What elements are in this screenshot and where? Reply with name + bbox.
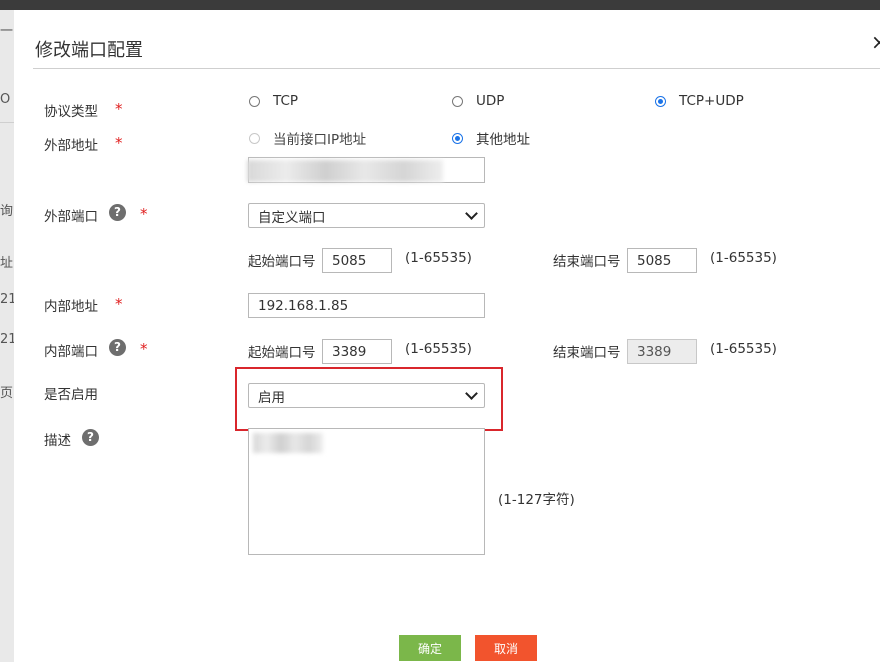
external-address-input[interactable] xyxy=(247,157,485,183)
internal-start-port-label: 起始端口号 xyxy=(248,345,316,361)
internal-end-port-range: (1-65535) xyxy=(710,341,777,357)
internal-start-port-value: 3389 xyxy=(332,343,367,360)
chevron-down-icon xyxy=(465,387,478,400)
radio-tcp-udp-label: TCP+UDP xyxy=(679,93,744,109)
edit-port-dialog: 修改端口配置 × 协议类型 * TCP UDP TCP+UDP 外部地址 * 当… xyxy=(14,10,880,662)
background-page: 一 O 询 址 21 21 页 xyxy=(0,10,14,662)
internal-port-label: 内部端口 xyxy=(44,344,98,360)
confirm-button[interactable]: 确定 xyxy=(399,635,461,661)
radio-tcp[interactable]: TCP xyxy=(249,93,298,109)
external-end-port-range: (1-65535) xyxy=(710,250,777,266)
radio-circle-selected[interactable] xyxy=(452,132,463,144)
external-end-port-input[interactable]: 5085 xyxy=(627,248,697,273)
redacted-description xyxy=(253,433,323,453)
external-end-port-label: 结束端口号 xyxy=(553,254,621,270)
external-end-port-value: 5085 xyxy=(637,252,672,269)
radio-other-address-label: 其他地址 xyxy=(476,132,530,148)
background-top-bar xyxy=(0,0,880,10)
background-fragment: 询 xyxy=(0,204,14,219)
help-icon[interactable]: ? xyxy=(82,429,99,446)
internal-address-label: 内部地址 xyxy=(44,299,98,315)
background-fragment: 址 xyxy=(0,256,14,271)
external-port-label: 外部端口 xyxy=(44,209,98,225)
radio-tcp-udp[interactable]: TCP+UDP xyxy=(655,93,744,109)
external-address-label: 外部地址 xyxy=(44,138,98,154)
radio-other-address[interactable]: 其他地址 xyxy=(452,128,530,148)
enabled-label: 是否启用 xyxy=(44,387,98,403)
external-port-mode-value: 自定义端口 xyxy=(258,209,326,226)
internal-end-port-label: 结束端口号 xyxy=(553,345,621,361)
cancel-button[interactable]: 取消 xyxy=(475,635,537,661)
enabled-select[interactable]: 启用 xyxy=(248,383,485,408)
external-start-port-range: (1-65535) xyxy=(405,250,472,266)
external-start-port-input[interactable]: 5085 xyxy=(322,248,392,273)
description-hint: (1-127字符) xyxy=(498,492,575,508)
radio-udp[interactable]: UDP xyxy=(452,93,504,109)
internal-end-port-input: 3389 xyxy=(627,339,697,364)
required-star: * xyxy=(115,134,123,152)
external-start-port-label: 起始端口号 xyxy=(248,254,316,270)
redacted-address xyxy=(247,160,443,182)
radio-circle[interactable] xyxy=(249,95,260,107)
title-divider xyxy=(33,68,880,69)
enabled-value: 启用 xyxy=(258,389,285,406)
external-port-mode-select[interactable]: 自定义端口 xyxy=(248,203,485,228)
required-star: * xyxy=(140,205,148,223)
required-star: * xyxy=(115,295,123,313)
background-fragment: 21 xyxy=(0,332,14,347)
protocol-label: 协议类型 xyxy=(44,104,98,120)
close-icon[interactable]: × xyxy=(871,30,880,54)
help-icon[interactable]: ? xyxy=(109,204,126,221)
radio-current-interface-ip[interactable]: 当前接口IP地址 xyxy=(249,128,366,148)
internal-address-input[interactable]: 192.168.1.85 xyxy=(248,293,485,318)
background-fragment: 一 xyxy=(0,24,14,39)
background-fragment: 页 xyxy=(0,386,14,401)
radio-udp-label: UDP xyxy=(476,93,505,109)
required-star: * xyxy=(115,100,123,118)
description-label: 描述 xyxy=(44,433,71,449)
internal-start-port-input[interactable]: 3389 xyxy=(322,339,392,364)
radio-circle-disabled[interactable] xyxy=(249,132,260,144)
background-fragment: O xyxy=(0,92,11,107)
background-divider xyxy=(0,122,14,123)
radio-tcp-label: TCP xyxy=(273,93,299,109)
help-icon[interactable]: ? xyxy=(109,339,126,356)
dialog-title: 修改端口配置 xyxy=(35,40,143,61)
description-textarea[interactable] xyxy=(248,428,485,555)
radio-circle-selected[interactable] xyxy=(655,95,666,107)
internal-start-port-range: (1-65535) xyxy=(405,341,472,357)
radio-current-interface-ip-label: 当前接口IP地址 xyxy=(273,132,367,148)
chevron-down-icon xyxy=(465,207,478,220)
internal-end-port-value: 3389 xyxy=(637,343,672,360)
background-fragment: 21 xyxy=(0,292,14,307)
required-star: * xyxy=(140,340,148,358)
external-start-port-value: 5085 xyxy=(332,252,367,269)
internal-address-value: 192.168.1.85 xyxy=(258,297,349,314)
radio-circle[interactable] xyxy=(452,95,463,107)
